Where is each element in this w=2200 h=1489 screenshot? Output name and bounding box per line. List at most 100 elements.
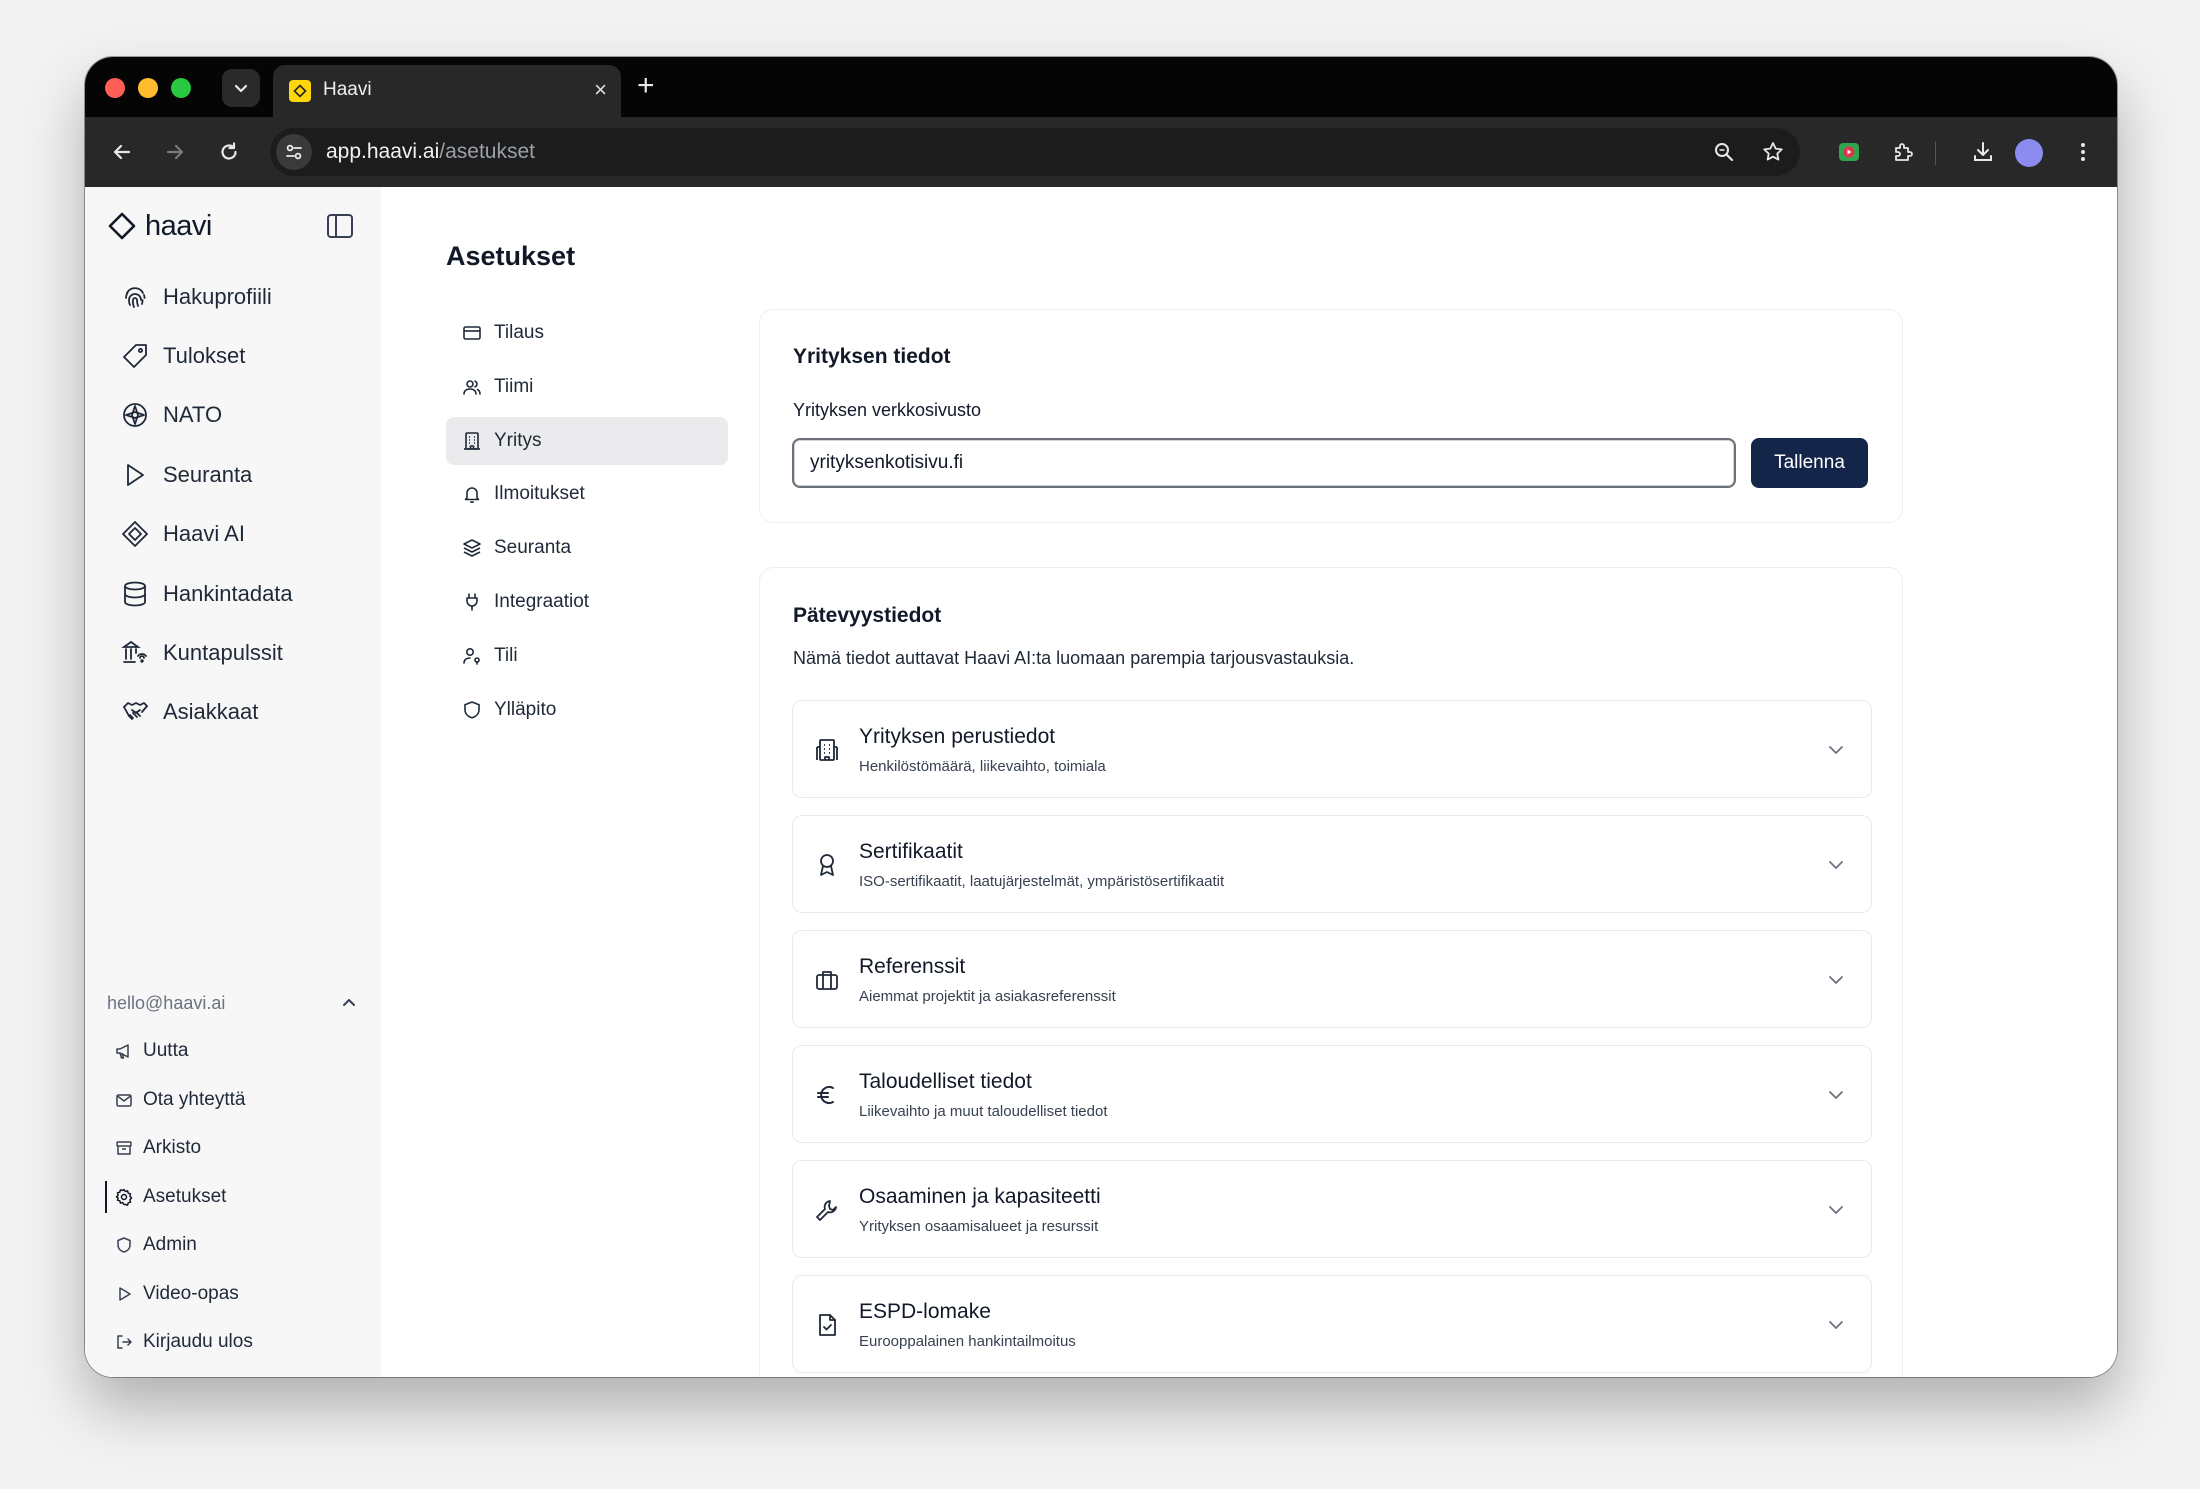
nav-item-kuntapulssit[interactable]: Kuntapulssit (107, 623, 359, 682)
panel-left-icon (327, 214, 353, 238)
settings-tab-tilaus[interactable]: Tilaus (446, 309, 728, 357)
settings-tab-yllapito[interactable]: Ylläpito (446, 686, 728, 734)
company-info-card: Yrityksen tiedot Yrityksen verkkosivusto… (759, 309, 1903, 523)
credit-card-icon (463, 326, 481, 340)
nav-item-hakuprofiili[interactable]: Hakuprofiili (107, 267, 359, 326)
sidebar: haavi Hakuprofiili Tulokset NATO Seurant… (85, 187, 381, 1377)
chevron-up-icon (343, 999, 355, 1006)
building-signal-icon (121, 640, 147, 663)
nav-label: Seuranta (163, 461, 253, 487)
competence-card-title: Pätevyystiedot (793, 604, 942, 627)
wrench-icon (813, 1196, 841, 1224)
building-icon (813, 736, 841, 764)
tab-close-icon[interactable]: × (594, 77, 607, 103)
nav-item-nato[interactable]: NATO (107, 386, 359, 445)
url-host: app.haavi.ai (326, 140, 440, 163)
bookmark-star-icon[interactable] (1758, 137, 1788, 167)
sidebar-toggle-button[interactable] (325, 211, 355, 241)
maximize-window-button[interactable] (171, 78, 191, 98)
close-window-button[interactable] (105, 78, 125, 98)
shield-icon (464, 700, 480, 719)
gear-icon (115, 1188, 133, 1206)
play-icon (119, 1287, 131, 1301)
account-header[interactable]: hello@haavi.ai (105, 989, 363, 1017)
back-button[interactable] (107, 137, 137, 167)
settings-tab-ilmoitukset[interactable]: Ilmoitukset (446, 470, 728, 518)
accordion-taloudelliset-tiedot[interactable]: Taloudelliset tiedot Liikevaihto ja muut… (792, 1045, 1872, 1143)
zoom-icon[interactable] (1709, 137, 1739, 167)
nav-label: Kuntapulssit (163, 640, 283, 666)
account-item-admin[interactable]: Admin (105, 1221, 363, 1270)
website-input[interactable] (792, 438, 1736, 488)
accordion-yrityksen-perustiedot[interactable]: Yrityksen perustiedot Henkilöstömäärä, l… (792, 700, 1872, 798)
settings-navigation: Tilaus Tiimi Yritys Ilmoitukset Seuranta (446, 309, 728, 739)
nav-item-tulokset[interactable]: Tulokset (107, 326, 359, 385)
haavi-logo[interactable]: haavi (107, 207, 212, 245)
extensions-puzzle-icon[interactable] (1888, 137, 1918, 167)
settings-tab-label: Ylläpito (494, 698, 557, 720)
nav-item-seuranta[interactable]: Seuranta (107, 445, 359, 504)
award-icon (813, 851, 841, 879)
settings-tab-yritys[interactable]: Yritys (446, 416, 728, 465)
accordion-subtitle: Eurooppalainen hankintailmoitus (859, 1333, 1076, 1350)
accordion-subtitle: Yrityksen osaamisalueet ja resurssit (859, 1218, 1099, 1235)
reload-button[interactable] (214, 137, 244, 167)
handshake-icon (123, 702, 148, 721)
settings-tab-label: Yritys (494, 429, 542, 451)
minimize-window-button[interactable] (138, 78, 158, 98)
account-item-label: Video-opas (143, 1282, 239, 1304)
accordion-subtitle: Aiemmat projektit ja asiakasreferenssit (859, 988, 1116, 1005)
account-item-video-opas[interactable]: Video-opas (105, 1270, 363, 1319)
briefcase-icon (813, 966, 841, 994)
accordion-referenssit[interactable]: Referenssit Aiemmat projektit ja asiakas… (792, 930, 1872, 1028)
user-key-icon (463, 647, 480, 665)
account-item-kirjaudu-ulos[interactable]: Kirjaudu ulos (105, 1318, 363, 1367)
save-button[interactable]: Tallenna (1751, 438, 1868, 488)
accordion-sertifikaatit[interactable]: Sertifikaatit ISO-sertifikaatit, laatujä… (792, 815, 1872, 913)
nav-label: NATO (163, 402, 223, 428)
chevron-down-icon (1829, 1091, 1843, 1099)
mail-icon (116, 1094, 132, 1107)
nav-label: Haavi AI (163, 521, 245, 547)
chevron-down-icon (1829, 861, 1843, 869)
profile-avatar[interactable] (2015, 139, 2043, 167)
settings-tab-tili[interactable]: Tili (446, 632, 728, 680)
nav-item-asiakkaat[interactable]: Asiakkaat (107, 683, 359, 742)
download-icon[interactable] (1968, 137, 1998, 167)
settings-tab-seuranta[interactable]: Seuranta (446, 524, 728, 572)
app-root: haavi Hakuprofiili Tulokset NATO Seurant… (85, 187, 2117, 1377)
browser-window: Haavi × + app.haavi.ai/asetukset haavi H… (85, 57, 2117, 1377)
extension-record-icon[interactable] (1834, 137, 1864, 167)
settings-tab-integraatiot[interactable]: Integraatiot (446, 578, 728, 626)
address-bar[interactable]: app.haavi.ai/asetukset (270, 128, 1800, 176)
account-item-asetukset[interactable]: Asetukset (105, 1173, 363, 1222)
settings-tab-label: Seuranta (494, 537, 572, 559)
diamond-icon (122, 521, 148, 548)
account-item-ota-yhteytta[interactable]: Ota yhteyttä (105, 1076, 363, 1125)
chevron-down-icon (1829, 976, 1843, 984)
account-item-arkisto[interactable]: Arkisto (105, 1124, 363, 1173)
arrow-left-icon (113, 144, 131, 160)
forward-button[interactable] (160, 137, 190, 167)
chevron-down-icon (1829, 746, 1843, 754)
nav-item-hankintadata[interactable]: Hankintadata (107, 564, 359, 623)
settings-tab-tiimi[interactable]: Tiimi (446, 363, 728, 411)
account-item-label: Uutta (143, 1040, 189, 1062)
more-menu-icon[interactable] (2068, 137, 2098, 167)
accordion-espd-lomake[interactable]: ESPD-lomake Eurooppalainen hankintailmoi… (792, 1275, 1872, 1373)
accordion-subtitle: Henkilöstömäärä, liikevaihto, toimiala (859, 758, 1106, 775)
tab-search-button[interactable] (222, 69, 260, 107)
accordion-title: Referenssit (859, 955, 966, 978)
account-item-label: Arkisto (143, 1137, 202, 1159)
accordion-osaaminen-ja-kapasiteetti[interactable]: Osaaminen ja kapasiteetti Yrityksen osaa… (792, 1160, 1872, 1258)
logo-text: haavi (145, 209, 212, 242)
account-item-uutta[interactable]: Uutta (105, 1027, 363, 1076)
chevron-down-icon (1829, 1321, 1843, 1329)
new-tab-button[interactable]: + (637, 69, 655, 103)
account-email: hello@haavi.ai (107, 992, 226, 1013)
site-settings-icon[interactable] (276, 134, 312, 170)
nav-item-haavi-ai[interactable]: Haavi AI (107, 505, 359, 564)
browser-tab[interactable]: Haavi × (273, 65, 621, 117)
accordion-title: ESPD-lomake (859, 1300, 991, 1323)
haavi-favicon (289, 80, 311, 102)
